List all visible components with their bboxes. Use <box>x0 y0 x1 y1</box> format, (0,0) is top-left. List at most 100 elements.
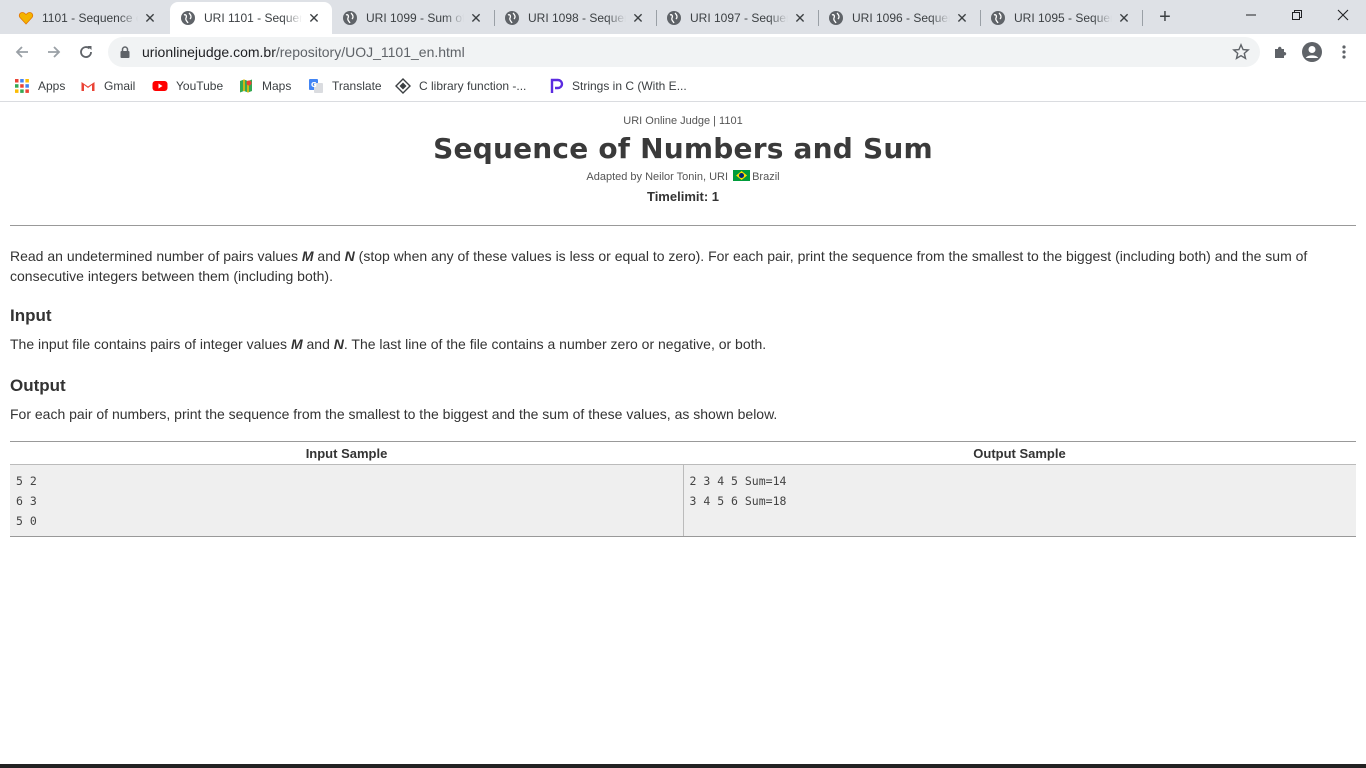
bookmark-label: Translate <box>332 79 382 93</box>
bookmark-maps[interactable]: Maps <box>238 75 291 97</box>
input-sample-header: Input Sample <box>305 446 388 461</box>
tab-1101-heart[interactable]: 1101 - Sequence of Numbers and Sum ✕ <box>8 2 168 34</box>
timelimit: Timelimit: 1 <box>646 189 719 204</box>
close-icon[interactable]: ✕ <box>142 10 158 26</box>
tab-strip: 1101 - Sequence of Numbers and Sum ✕ URI… <box>0 0 1366 34</box>
globe-icon <box>505 11 519 25</box>
tab-title: URI 1097 - Sequence IJ 3 <box>690 11 788 25</box>
tab-uri-1095[interactable]: URI 1095 - Sequence IJ 1 ✕ <box>980 2 1142 34</box>
taskbar-edge <box>0 764 1366 768</box>
tab-uri-1096[interactable]: URI 1096 - Sequence IJ 2 ✕ <box>818 2 980 34</box>
tab-title: URI 1096 - Sequence IJ 2 <box>852 11 950 25</box>
tab-title: URI 1098 - Sequence IJ 4 <box>528 11 626 25</box>
country-text: Brazil <box>752 171 780 183</box>
avatar-icon <box>1302 42 1322 62</box>
close-icon[interactable]: ✕ <box>630 10 646 26</box>
translate-icon: G <box>309 79 323 93</box>
arrow-left-icon <box>15 46 28 58</box>
address-bar[interactable]: urionlinejudge.com.br/repository/UOJ_110… <box>108 37 1260 67</box>
star-icon[interactable] <box>1232 43 1250 61</box>
output-sample: 2 3 4 5 Sum=14 3 4 5 6 Sum=18 <box>682 465 1357 536</box>
restore-icon <box>1292 10 1302 20</box>
svg-text:G: G <box>311 81 317 89</box>
lock-icon <box>120 46 130 58</box>
globe-icon <box>991 11 1005 25</box>
bookmark-gmail[interactable]: Gmail <box>80 75 135 97</box>
browser-toolbar: urionlinejudge.com.br/repository/UOJ_110… <box>0 34 1366 70</box>
tab-uri-1097[interactable]: URI 1097 - Sequence IJ 3 ✕ <box>656 2 818 34</box>
close-icon[interactable]: ✕ <box>1116 10 1132 26</box>
tab-uri-1099[interactable]: URI 1099 - Sum of Consecutive Odd Number… <box>332 2 494 34</box>
divider <box>10 225 1356 226</box>
bookmark-c-library[interactable]: C library function -... <box>395 75 526 97</box>
reload-icon <box>80 46 92 58</box>
bookmark-strings-in-c[interactable]: Strings in C (With E... <box>548 75 687 97</box>
variable-n: N <box>344 248 355 264</box>
input-text: and <box>302 336 334 352</box>
gmail-icon <box>81 82 95 91</box>
tab-uri-1098[interactable]: URI 1098 - Sequence IJ 4 ✕ <box>494 2 656 34</box>
input-heading: Input <box>10 306 52 325</box>
bookmarks-bar: Apps Gmail YouTube Maps G Translate C li… <box>0 70 1366 102</box>
page-title: Sequence of Numbers and Sum <box>433 132 933 165</box>
globe-icon <box>667 11 681 25</box>
close-icon[interactable]: ✕ <box>306 10 322 26</box>
close-icon[interactable]: ✕ <box>792 10 808 26</box>
close-icon[interactable]: ✕ <box>468 10 484 26</box>
output-heading: Output <box>10 376 66 395</box>
author-text: Adapted by Neilor Tonin, URI <box>586 171 729 183</box>
output-sample-header: Output Sample <box>973 446 1066 461</box>
maps-icon <box>240 79 252 93</box>
profile-button[interactable] <box>1298 38 1326 66</box>
tab-title: URI 1101 - Sequence of Numbers and Sum <box>204 11 302 25</box>
programiz-icon <box>550 78 564 93</box>
reload-button[interactable] <box>72 38 100 66</box>
tab-title: URI 1099 - Sum of Consecutive Odd Number… <box>366 11 464 25</box>
globe-icon <box>181 11 195 25</box>
back-button[interactable] <box>8 38 36 66</box>
window-close-button[interactable] <box>1320 0 1366 30</box>
extensions-button[interactable] <box>1266 38 1294 66</box>
input-text: . The last line of the file contains a n… <box>343 336 767 352</box>
description-text: and <box>313 248 345 264</box>
author-line: Adapted by Neilor Tonin, URI Brazil <box>0 170 1366 183</box>
brazil-flag-icon <box>733 170 751 181</box>
puzzle-icon <box>1275 46 1287 58</box>
globe-icon <box>829 11 843 25</box>
bookmark-label: Apps <box>38 79 66 93</box>
bookmark-label: Gmail <box>104 79 136 93</box>
url-host: urionlinejudge.com.br <box>142 44 276 60</box>
minimize-icon <box>1246 14 1256 16</box>
samples-table: Input Sample Output Sample 5 2 6 3 5 0 2… <box>10 441 1356 537</box>
bookmark-apps[interactable]: Apps <box>14 75 65 97</box>
minimize-button[interactable] <box>1228 0 1274 30</box>
input-description: The input file contains pairs of integer… <box>10 336 766 352</box>
bookmark-youtube[interactable]: YouTube <box>152 75 223 97</box>
bookmark-label: YouTube <box>176 79 224 93</box>
arrow-right-icon <box>48 46 61 58</box>
restore-button[interactable] <box>1274 0 1320 30</box>
close-icon[interactable]: ✕ <box>954 10 970 26</box>
variable-m: M <box>290 336 303 352</box>
tab-separator <box>1142 10 1143 26</box>
breadcrumb: URI Online Judge | 1101 <box>623 115 743 127</box>
heart-icon <box>18 12 34 25</box>
bookmark-translate[interactable]: G Translate <box>308 75 382 97</box>
forward-button[interactable] <box>40 38 68 66</box>
output-description: For each pair of numbers, print the sequ… <box>10 406 778 422</box>
new-tab-button[interactable]: + <box>1152 5 1178 29</box>
problem-description: Read an undetermined number of pairs val… <box>10 246 1360 286</box>
menu-button[interactable] <box>1330 38 1358 66</box>
bookmark-label: Strings in C (With E... <box>572 79 687 93</box>
tab-title: 1101 - Sequence of Numbers and Sum <box>42 11 138 25</box>
input-text: The input file contains pairs of integer… <box>10 336 291 352</box>
tab-uri-1101[interactable]: URI 1101 - Sequence of Numbers and Sum ✕ <box>170 2 332 34</box>
variable-m: M <box>301 248 314 264</box>
diamond-icon <box>395 78 411 94</box>
youtube-icon <box>152 81 168 91</box>
description-text: Read an undetermined number of pairs val… <box>10 248 302 264</box>
globe-icon <box>343 11 357 25</box>
page-content: URI Online Judge | 1101 Sequence of Numb… <box>0 103 1366 768</box>
bookmark-label: C library function -... <box>419 79 527 93</box>
variable-n: N <box>333 336 344 352</box>
